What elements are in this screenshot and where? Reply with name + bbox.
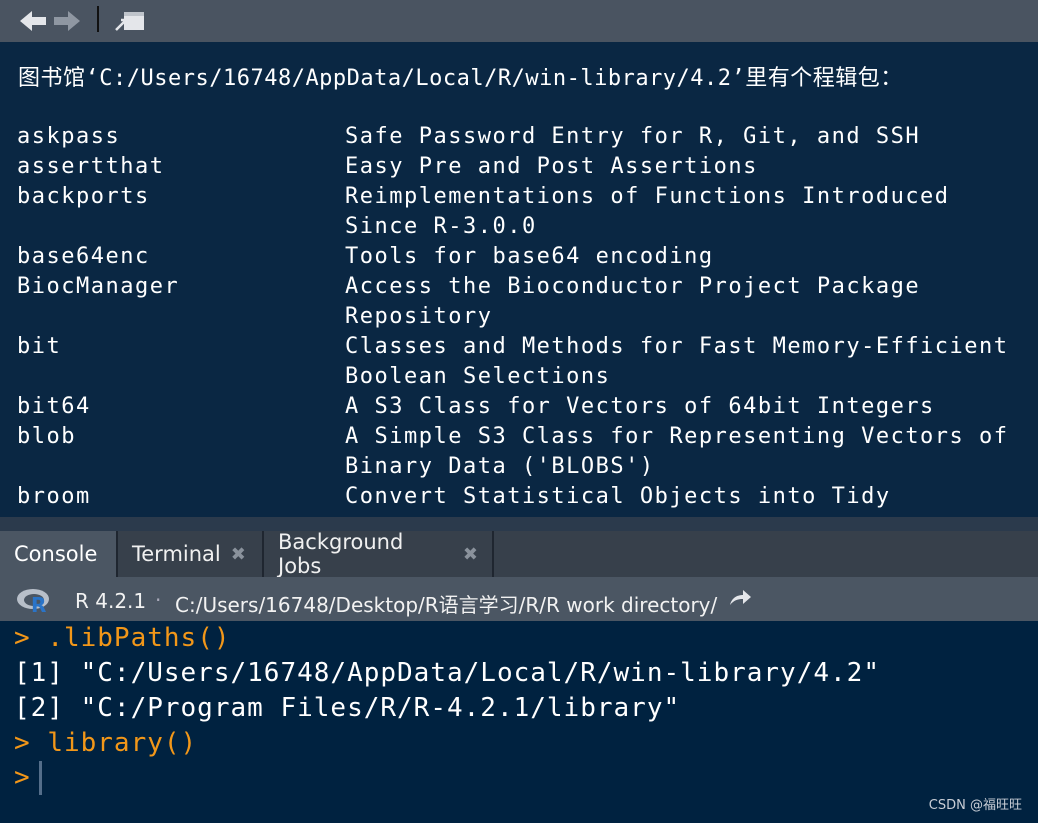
table-row: askpass Safe Password Entry for R, Git, … bbox=[17, 122, 1027, 152]
tab-background-jobs[interactable]: Background Jobs ✖ bbox=[264, 530, 494, 578]
console-infobar: R R 4.2.1 · C:/Users/16748/Desktop/R语言学习… bbox=[0, 577, 1038, 621]
infobar-separator: · bbox=[155, 588, 162, 612]
tab-console-label: Console bbox=[14, 542, 98, 566]
text-cursor bbox=[38, 761, 42, 795]
console-line: [1] "C:/Users/16748/AppData/Local/R/win-… bbox=[14, 658, 880, 688]
console-input-line[interactable]: > bbox=[14, 761, 42, 795]
package-name: base64enc bbox=[17, 244, 150, 269]
header-suffix: 里有个程辑包： bbox=[745, 66, 903, 91]
package-description: A S3 Class for Vectors of 64bit Integers bbox=[345, 394, 935, 419]
package-name: bit bbox=[17, 334, 62, 359]
package-description: Reimplementations of Functions Introduce… bbox=[345, 184, 950, 239]
go-to-directory-icon[interactable] bbox=[728, 587, 752, 614]
console-line: > .libPaths() bbox=[14, 623, 231, 653]
toolbar-separator bbox=[97, 6, 99, 32]
package-name: BiocManager bbox=[17, 274, 180, 299]
table-row: blob A Simple S3 Class for Representing … bbox=[17, 422, 1027, 482]
package-description: Safe Password Entry for R, Git, and SSH bbox=[345, 124, 921, 149]
table-row: backports Reimplementations of Functions… bbox=[17, 182, 1027, 242]
header-prefix: 图书馆 bbox=[18, 66, 86, 91]
console-output[interactable]: > .libPaths() [1] "C:/Users/16748/AppDat… bbox=[0, 621, 1038, 823]
watermark: CSDN @福旺旺 bbox=[928, 798, 1022, 813]
back-arrow-icon[interactable] bbox=[18, 10, 48, 32]
prompt: > bbox=[14, 728, 31, 758]
pane-splitter[interactable] bbox=[0, 517, 1038, 531]
command: library() bbox=[47, 728, 198, 758]
package-description: Easy Pre and Post Assertions bbox=[345, 154, 758, 179]
package-table: askpass Safe Password Entry for R, Git, … bbox=[17, 122, 1027, 512]
close-icon[interactable]: ✖ bbox=[231, 544, 246, 565]
package-description: Access the Bioconductor Project Package … bbox=[345, 274, 921, 329]
console-line: [2] "C:/Program Files/R/R-4.2.1/library" bbox=[14, 693, 681, 723]
package-description: A Simple S3 Class for Representing Vecto… bbox=[345, 424, 1009, 479]
library-listing-viewer[interactable]: 图书馆‘C:/Users/16748/AppData/Local/R/win-l… bbox=[0, 42, 1038, 517]
package-description: Classes and Methods for Fast Memory-Effi… bbox=[345, 334, 1009, 389]
package-name: blob bbox=[17, 424, 76, 449]
table-row: base64enc Tools for base64 encoding bbox=[17, 242, 1027, 272]
console-line: > library() bbox=[14, 728, 197, 758]
command: .libPaths() bbox=[47, 623, 231, 653]
package-name: broom bbox=[17, 484, 91, 509]
package-name: askpass bbox=[17, 124, 121, 149]
tab-terminal[interactable]: Terminal ✖ bbox=[118, 531, 264, 577]
tab-terminal-label: Terminal bbox=[132, 542, 221, 566]
table-row: assertthat Easy Pre and Post Assertions bbox=[17, 152, 1027, 182]
library-header: 图书馆‘C:/Users/16748/AppData/Local/R/win-l… bbox=[18, 60, 903, 92]
table-row: bit Classes and Methods for Fast Memory-… bbox=[17, 332, 1027, 392]
r-logo-icon: R bbox=[16, 587, 52, 617]
package-name: backports bbox=[17, 184, 150, 209]
package-description: Convert Statistical Objects into Tidy bbox=[345, 484, 891, 509]
r-version: R 4.2.1 bbox=[75, 589, 147, 613]
table-row: BiocManager Access the Bioconductor Proj… bbox=[17, 272, 1027, 332]
header-path: ‘C:/Users/16748/AppData/Local/R/win-libr… bbox=[85, 66, 746, 91]
svg-text:R: R bbox=[31, 593, 46, 613]
tab-console[interactable]: Console bbox=[0, 531, 118, 577]
popout-window-icon[interactable] bbox=[114, 10, 146, 32]
forward-arrow-icon[interactable] bbox=[52, 10, 82, 32]
prompt: > bbox=[14, 762, 31, 793]
package-description: Tools for base64 encoding bbox=[345, 244, 714, 269]
prompt: > bbox=[14, 623, 31, 653]
package-name: bit64 bbox=[17, 394, 91, 419]
tab-jobs-label: Background Jobs bbox=[278, 530, 404, 578]
table-row: bit64 A S3 Class for Vectors of 64bit In… bbox=[17, 392, 1027, 422]
viewer-toolbar bbox=[0, 0, 1038, 42]
console-tabbar: Console Terminal ✖ Background Jobs ✖ bbox=[0, 530, 1038, 578]
table-row: broom Convert Statistical Objects into T… bbox=[17, 482, 1027, 512]
close-icon[interactable]: ✖ bbox=[463, 544, 478, 565]
working-directory-path: C:/Users/16748/Desktop/R语言学习/R/R work di… bbox=[175, 593, 718, 617]
package-name: assertthat bbox=[17, 154, 165, 179]
